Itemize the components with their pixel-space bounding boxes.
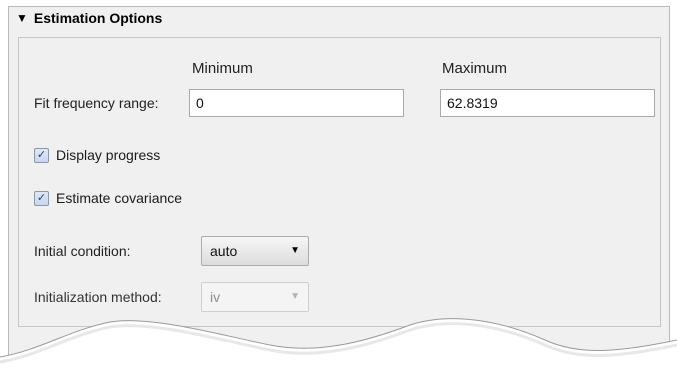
- torn-edge-decoration: [0, 318, 677, 370]
